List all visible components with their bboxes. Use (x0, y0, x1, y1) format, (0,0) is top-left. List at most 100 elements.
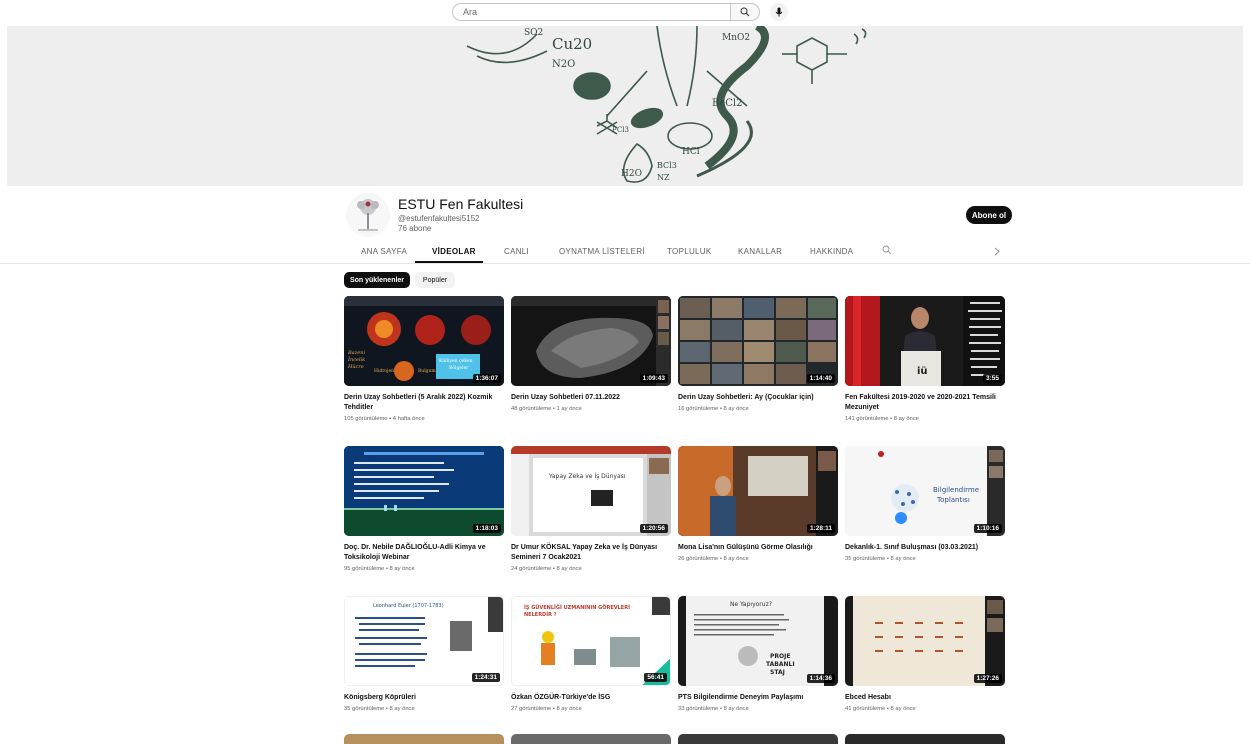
video-title[interactable]: Dekanlık-1. Sınıf Buluşması (03.03.2021) (845, 543, 1003, 553)
video-card[interactable]: iü 3:55 Fen Fakültesi 2019-2020 ve 2020-… (845, 296, 1005, 422)
chip-popular[interactable]: Popüler (415, 272, 455, 288)
video-title[interactable]: Doç. Dr. Nebile DAĞLIOĞLU-Adli Kimya ve … (344, 543, 502, 563)
chevron-right-icon[interactable] (994, 247, 1000, 256)
video-title[interactable]: Dr Umur KÖKSAL Yapay Zeka ve İş Dünyası … (511, 543, 669, 563)
tab-playlists[interactable]: OYNATMA LİSTELERİ (559, 247, 645, 256)
chip-latest[interactable]: Son yüklenenler (344, 272, 410, 288)
video-duration: 1:28:11 (806, 524, 835, 533)
video-title[interactable]: Derin Uzay Sohbetleri 07.11.2022 (511, 393, 669, 403)
video-thumbnail[interactable]: iü 3:55 (845, 296, 1005, 386)
video-metadata: 26 görüntüleme • 8 ay önce (678, 556, 749, 562)
video-thumbnail[interactable]: 1:14:40 (678, 296, 838, 386)
banner-formula: Cu20 (552, 35, 592, 53)
video-duration: 1:24:31 (471, 673, 500, 682)
video-thumbnail[interactable]: Ne Yapıyoruz? PROJE TABANLI STAJ 1:14:36 (678, 596, 838, 686)
tab-live[interactable]: CANLI (504, 247, 529, 256)
video-thumbnail[interactable]: İŞ GÜVENLİĞİ UZMANININ GÖREVLERİ NELERDİ… (511, 596, 671, 686)
banner-formula: NZ (657, 173, 670, 182)
thumb-text: İŞ GÜVENLİĞİ UZMANININ GÖREVLERİ (524, 604, 630, 611)
video-thumbnail[interactable]: Yapay Zeka ve İş Dünyası 1:20:56 (511, 446, 671, 536)
thumb-text: iü (917, 366, 928, 377)
video-card[interactable]: Bazeni İncelik Hücre Hidrojen Bulgum Kül… (344, 296, 504, 422)
search-input[interactable]: Ara (452, 3, 730, 21)
video-thumbnail[interactable]: Leonhard Euler (1707-1783) 1:24:31 (344, 596, 504, 686)
tab-home[interactable]: ANA SAYFA (361, 247, 407, 256)
thumb-text: Leonhard Euler (1707-1783) (373, 603, 444, 609)
video-metadata: 48 görüntüleme • 1 ay önce (511, 406, 582, 412)
video-thumbnail[interactable]: 1:09:43 (511, 296, 671, 386)
channel-handle: @estufenfakultesi5152 (398, 214, 480, 223)
video-card[interactable]: 1:28:11 Mona Lisa'nın Gülüşünü Görme Ola… (678, 446, 838, 562)
search-icon[interactable] (882, 245, 892, 255)
video-title[interactable]: Derin Uzay Sohbetleri (5 Aralık 2022) Ko… (344, 393, 502, 413)
video-card[interactable]: Leonhard Euler (1707-1783) 1:24:31 König… (344, 596, 504, 712)
video-metadata: 35 görüntüleme • 8 ay önce (845, 556, 916, 562)
science-illustration: SO2 Cu20 N2O MnO2 BeCl2 FCl3 HCl BCl3 NZ… (466, 26, 867, 183)
tab-about[interactable]: HAKKINDA (810, 247, 853, 256)
video-duration: 1:27:26 (973, 674, 1002, 683)
search-box: Ara (452, 2, 788, 22)
video-duration: 1:36:07 (472, 374, 501, 383)
video-card[interactable]: Bilgilendirme Toplantısı 1:10:16 Dekanlı… (845, 446, 1005, 562)
channel-avatar[interactable] (346, 193, 390, 237)
thumbnail-graphic: Bilgilendirme Toplantısı (845, 446, 1005, 536)
video-card[interactable]: 1:14:40 Derin Uzay Sohbetleri: Ay (Çocuk… (678, 296, 838, 412)
voice-search-button[interactable] (770, 3, 788, 21)
subscribe-button[interactable]: Abone ol (966, 206, 1012, 224)
banner-formula: SO2 (524, 28, 543, 38)
tree-logo-icon (357, 199, 379, 231)
thumb-text: STAJ (770, 669, 785, 676)
video-thumbnail[interactable]: 1:18:03 (344, 446, 504, 536)
video-thumbnail-partial[interactable] (511, 734, 671, 744)
banner-formula: N2O (552, 59, 575, 70)
video-thumbnail[interactable]: Bazeni İncelik Hücre Hidrojen Bulgum Kül… (344, 296, 504, 386)
video-duration: 56:41 (644, 673, 667, 682)
video-title[interactable]: Fen Fakültesi 2019-2020 ve 2020-2021 Tem… (845, 393, 1003, 413)
thumb-text: İncelik (347, 356, 365, 363)
channel-banner: SO2 Cu20 N2O MnO2 BeCl2 FCl3 HCl BCl3 NZ… (7, 26, 1243, 186)
channel-name[interactable]: ESTU Fen Fakultesi (398, 196, 523, 212)
video-card[interactable]: 1:18:03 Doç. Dr. Nebile DAĞLIOĞLU-Adli K… (344, 446, 504, 572)
video-title[interactable]: Königsberg Köprüleri (344, 693, 502, 703)
thumb-text: Külliyen çeken (439, 358, 473, 364)
video-card[interactable]: Ne Yapıyoruz? PROJE TABANLI STAJ 1:14:36… (678, 596, 838, 712)
thumbnail-graphic: Ne Yapıyoruz? PROJE TABANLI STAJ (678, 596, 838, 686)
video-card[interactable]: 1:09:43 Derin Uzay Sohbetleri 07.11.2022… (511, 296, 671, 412)
tab-channels[interactable]: KANALLAR (738, 247, 782, 256)
video-title[interactable]: Özkan ÖZGÜR-Türkiye'de İSG (511, 693, 669, 703)
banner-formula: H2O (621, 169, 642, 179)
tab-videos[interactable]: VİDEOLAR (432, 247, 476, 256)
video-thumbnail-partial[interactable] (845, 734, 1005, 744)
thumb-text: Yapay Zeka ve İş Dünyası (548, 473, 626, 480)
video-metadata: 95 görüntüleme • 8 ay önce (344, 566, 415, 572)
subscriber-count: 76 abone (398, 224, 432, 233)
video-card[interactable]: 1:27:26 Ebced Hesabı 41 görüntüleme • 8 … (845, 596, 1005, 712)
search-button[interactable] (730, 3, 760, 21)
video-card[interactable]: Yapay Zeka ve İş Dünyası 1:20:56 Dr Umur… (511, 446, 671, 572)
video-metadata: 41 görüntüleme • 8 ay önce (845, 706, 916, 712)
video-thumbnail[interactable]: 1:27:26 (845, 596, 1005, 686)
video-metadata: 35 görüntüleme • 8 ay önce (344, 706, 415, 712)
video-title[interactable]: Mona Lisa'nın Gülüşünü Görme Olasılığı (678, 543, 836, 553)
thumbnail-graphic (678, 446, 838, 536)
video-card[interactable]: İŞ GÜVENLİĞİ UZMANININ GÖREVLERİ NELERDİ… (511, 596, 671, 712)
video-metadata: 24 görüntüleme • 8 ay önce (511, 566, 582, 572)
thumb-text: TABANLI (766, 661, 795, 668)
video-title[interactable]: Ebced Hesabı (845, 693, 1003, 703)
tab-community[interactable]: TOPLULUK (667, 247, 712, 256)
search-icon (740, 7, 750, 17)
video-title[interactable]: PTS Bilgilendirme Deneyim Paylaşımı (678, 693, 836, 703)
thumb-text: NELERDİR ? (524, 611, 557, 618)
thumb-text: Toplantısı (936, 496, 970, 504)
video-thumbnail[interactable]: 1:28:11 (678, 446, 838, 536)
video-thumbnail-partial[interactable] (344, 734, 504, 744)
video-title[interactable]: Derin Uzay Sohbetleri: Ay (Çocuklar için… (678, 393, 836, 403)
banner-formula: BeCl2 (712, 98, 742, 109)
video-thumbnail-partial[interactable] (678, 734, 838, 744)
video-duration: 1:10:16 (973, 524, 1002, 533)
video-thumbnail[interactable]: Bilgilendirme Toplantısı 1:10:16 (845, 446, 1005, 536)
banner-formula: BCl3 (657, 161, 677, 170)
search-placeholder: Ara (463, 7, 478, 17)
thumb-text: Hidrojen (374, 368, 394, 374)
channel-header: ESTU Fen Fakultesi @estufenfakultesi5152… (340, 193, 1020, 238)
